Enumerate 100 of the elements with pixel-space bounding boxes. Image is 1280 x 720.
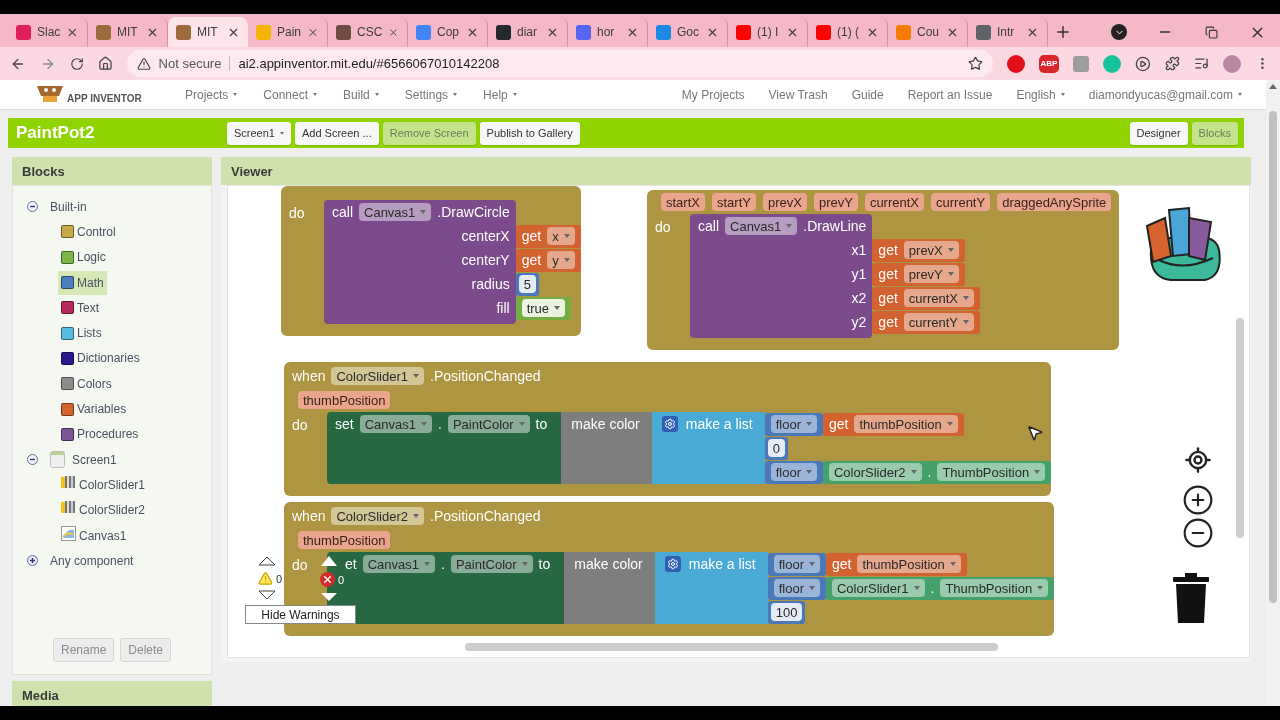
parameter-name[interactable]: prevY bbox=[813, 193, 858, 211]
tree-item[interactable]: Logic bbox=[58, 245, 109, 270]
scroll-up-icon[interactable] bbox=[1269, 84, 1277, 89]
dropdown-field[interactable]: floor bbox=[773, 579, 820, 597]
tree-item[interactable]: Math bbox=[58, 270, 107, 295]
parameter-name[interactable]: startY bbox=[711, 193, 756, 211]
get-block[interactable]: get currentX bbox=[872, 286, 980, 310]
dropdown-field[interactable]: currentX bbox=[903, 289, 974, 307]
gear-icon[interactable] bbox=[661, 416, 678, 432]
dropdown-field[interactable]: currentY bbox=[903, 313, 974, 331]
dropdown-field[interactable]: ThumbPosition bbox=[940, 579, 1049, 597]
tree-item[interactable]: Built-in bbox=[47, 194, 90, 219]
menu-item[interactable]: English bbox=[1016, 87, 1065, 102]
get-block[interactable]: get prevX bbox=[872, 238, 965, 262]
toolbar-button[interactable]: Publish to Gallery bbox=[479, 121, 580, 145]
address-bar[interactable]: Not secure ai2.appinventor.mit.edu/#6566067010142208 bbox=[126, 50, 993, 77]
tree-item[interactable]: Any component bbox=[47, 548, 137, 573]
view-toggle-button[interactable]: Designer bbox=[1129, 121, 1188, 145]
security-status[interactable]: Not secure bbox=[158, 56, 231, 71]
collapse-icon[interactable] bbox=[27, 201, 38, 213]
bookmark-star-icon[interactable] bbox=[967, 56, 983, 71]
dropdown-field[interactable]: floor bbox=[770, 463, 817, 481]
get-block[interactable]: get prevY bbox=[872, 262, 965, 286]
menu-item[interactable]: Build bbox=[343, 87, 379, 102]
tree-item[interactable]: Procedures bbox=[58, 422, 142, 447]
gear-icon[interactable] bbox=[664, 556, 681, 572]
event-block[interactable]: startX startY prevX prevY currentX currentY draggedAnySprite do call Canvas1 .DrawLine x1 y1 x2 y2 get prevX get prevY get currentX get currentY bbox=[647, 190, 1120, 350]
logic-block[interactable]: true bbox=[515, 296, 572, 320]
dropdown-field[interactable]: ColorSlider1 bbox=[831, 579, 925, 597]
zoom-in-icon[interactable] bbox=[1182, 484, 1214, 516]
tree-item[interactable]: Dictionaries bbox=[58, 346, 143, 371]
collapse-icon[interactable] bbox=[27, 454, 38, 466]
tree-item[interactable]: Control bbox=[58, 219, 119, 244]
parameter-name[interactable]: thumbPosition bbox=[298, 531, 391, 549]
event-block[interactable]: do call Canvas1 .DrawCircle centerX centerY radius fill get x get y 5 true bbox=[281, 186, 581, 336]
hide-warnings-button[interactable]: Hide Warnings bbox=[245, 605, 356, 624]
new-tab-icon[interactable] bbox=[1054, 23, 1072, 41]
dropdown-field[interactable]: Canvas1 bbox=[362, 555, 435, 573]
menu-item[interactable]: Report an Issue bbox=[907, 87, 993, 102]
tree-item[interactable]: Colors bbox=[58, 371, 115, 396]
dropdown-field[interactable]: Canvas1 bbox=[359, 415, 432, 433]
make-color-block[interactable]: make color bbox=[564, 552, 655, 624]
parameter-name[interactable]: currentX bbox=[864, 193, 924, 211]
menu-item[interactable]: View Trash bbox=[768, 87, 828, 102]
tab-search-icon[interactable] bbox=[1111, 24, 1127, 40]
play-icon[interactable] bbox=[1135, 54, 1152, 73]
menu-item[interactable]: Help bbox=[483, 87, 517, 102]
trash-icon[interactable] bbox=[1173, 573, 1209, 623]
media-control-icon[interactable] bbox=[1194, 55, 1210, 72]
dropdown-field[interactable]: thumbPosition bbox=[854, 415, 958, 433]
dropdown-field[interactable]: floor bbox=[773, 555, 820, 573]
parameter-name[interactable]: draggedAnySprite bbox=[997, 193, 1112, 211]
dropdown-field[interactable]: true bbox=[521, 299, 566, 317]
browser-tab[interactable]: MIT bbox=[168, 17, 248, 47]
tree-item[interactable]: ColorSlider1 bbox=[58, 472, 149, 497]
previous-warning-icon[interactable] bbox=[258, 556, 276, 566]
component-property-block[interactable]: ColorSlider2 . ThumbPosition bbox=[822, 460, 1052, 484]
toolbar-button[interactable]: Add Screen ... bbox=[295, 121, 379, 145]
parameter-name[interactable]: thumbPosition bbox=[298, 391, 391, 409]
reload-icon[interactable] bbox=[69, 55, 84, 72]
next-error-icon[interactable] bbox=[321, 593, 337, 601]
math-function-block[interactable]: floor bbox=[764, 412, 823, 436]
menu-item[interactable]: Settings bbox=[404, 87, 458, 102]
menu-item[interactable]: Guide bbox=[851, 87, 884, 102]
dropdown-field[interactable]: ColorSlider1 bbox=[331, 367, 424, 385]
parameter-name[interactable]: currentY bbox=[931, 193, 991, 211]
event-block[interactable]: when ColorSlider1 .PositionChanged thumbPosition do set Canvas1 . PaintColor to make color make a list floor get thumbPosition 0 floor ColorSlider2 . ThumbPosition bbox=[284, 362, 1052, 496]
expand-icon[interactable] bbox=[27, 555, 38, 567]
get-block[interactable]: get thumbPosition bbox=[822, 412, 964, 436]
dropdown-field[interactable]: ColorSlider2 bbox=[828, 463, 922, 481]
math-function-block[interactable]: floor bbox=[764, 460, 823, 484]
get-block[interactable]: get currentY bbox=[872, 310, 980, 334]
adblock-badge[interactable]: ABP bbox=[1038, 54, 1060, 73]
dropdown-field[interactable]: floor bbox=[770, 415, 817, 433]
toolbar-button[interactable]: Screen1 bbox=[227, 121, 291, 145]
get-block[interactable]: get y bbox=[515, 248, 581, 272]
zoom-out-icon[interactable] bbox=[1182, 517, 1214, 549]
menu-item[interactable]: Connect bbox=[263, 87, 318, 102]
extension-icon[interactable] bbox=[1006, 54, 1025, 73]
dropdown-field[interactable]: Canvas1 bbox=[359, 203, 432, 221]
dropdown-field[interactable]: PaintColor bbox=[447, 415, 530, 433]
parameter-name[interactable]: startX bbox=[661, 193, 705, 211]
next-warning-icon[interactable] bbox=[258, 590, 276, 600]
procedure-call-block[interactable]: call Canvas1 .DrawCircle centerX centerY radius fill bbox=[324, 200, 516, 324]
menu-item[interactable]: My Projects bbox=[681, 87, 745, 102]
dropdown-field[interactable]: y bbox=[547, 251, 575, 269]
procedure-call-block[interactable]: call Canvas1 .DrawLine x1 y1 x2 y2 bbox=[690, 214, 873, 338]
menu-item[interactable]: diamondyucas@gmail.com bbox=[1088, 87, 1242, 102]
get-block[interactable]: get thumbPosition bbox=[825, 552, 967, 576]
make-color-block[interactable]: make color bbox=[561, 412, 652, 484]
dropdown-field[interactable]: prevY bbox=[903, 265, 959, 283]
math-function-block[interactable]: floor bbox=[767, 576, 826, 600]
tree-item[interactable]: Lists bbox=[58, 321, 105, 346]
scrollbar[interactable] bbox=[1269, 111, 1277, 603]
restore-icon[interactable] bbox=[1204, 25, 1218, 39]
math-function-block[interactable]: floor bbox=[767, 552, 826, 576]
setter-block[interactable]: set Canvas1 . PaintColor to bbox=[327, 412, 562, 484]
scrollbar[interactable] bbox=[1236, 318, 1244, 538]
tree-item[interactable]: Text bbox=[58, 295, 102, 320]
scrollbar[interactable] bbox=[465, 643, 998, 651]
